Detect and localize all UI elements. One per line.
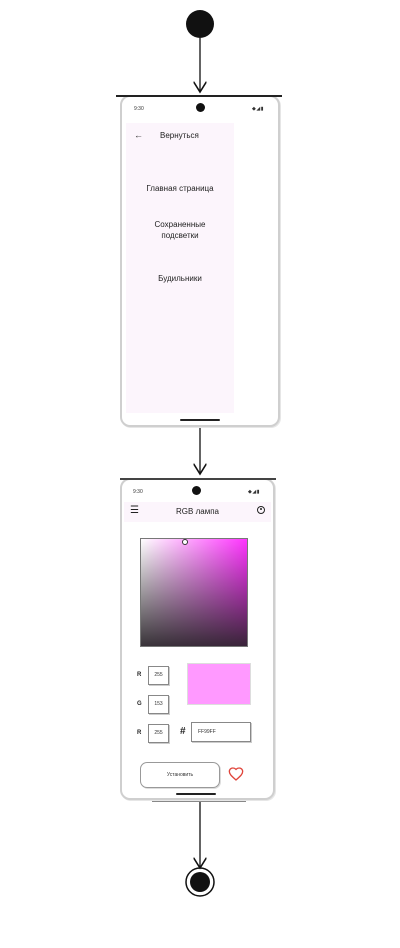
app-bar: ☰ RGB лампа [124, 502, 271, 522]
palette-handle[interactable] [182, 539, 188, 545]
account-circle-icon[interactable] [257, 506, 265, 514]
drawer-item-saved-lights[interactable]: Сохраненные подсветки [126, 219, 234, 241]
channel-input-r[interactable]: 255 [148, 666, 169, 685]
hex-color-input[interactable]: FF99FF [191, 722, 251, 742]
hash-symbol: # [180, 726, 186, 737]
channel-label-r: R [137, 672, 142, 678]
home-indicator [176, 793, 216, 795]
status-icons: ◆◢▮ [252, 106, 264, 112]
camera-cutout [196, 103, 205, 112]
camera-cutout [192, 486, 201, 495]
phone-screen-color-picker: 9:30 ◆◢▮ ☰ RGB лампа R 255 G 153 R 255 #… [120, 478, 276, 802]
app-title: RGB лампа [176, 507, 219, 516]
screen-top-edge [120, 478, 276, 480]
channel-input-b[interactable]: 255 [148, 724, 169, 743]
color-palette[interactable] [140, 538, 248, 647]
channel-label-b: R [137, 730, 142, 736]
screen-top-edge [116, 95, 282, 97]
status-icons: ◆◢▮ [248, 489, 260, 495]
status-time: 9:30 [133, 489, 143, 495]
back-button-label[interactable]: Вернуться [160, 131, 199, 140]
status-time: 9:30 [134, 106, 144, 112]
home-indicator [180, 419, 220, 421]
arrow-left-icon[interactable]: ← [134, 130, 143, 140]
set-color-button[interactable]: Установить [140, 762, 220, 788]
screen-bottom-edge [152, 801, 246, 802]
channel-input-g[interactable]: 153 [148, 695, 169, 714]
start-node [186, 10, 214, 38]
end-node [190, 872, 210, 892]
drawer-item-alarms[interactable]: Будильники [126, 273, 234, 284]
navigation-drawer: ← Вернуться Главная страница Сохраненные… [126, 123, 234, 413]
color-preview-swatch [187, 663, 251, 705]
channel-label-g: G [137, 701, 142, 707]
drawer-item-home[interactable]: Главная страница [126, 183, 234, 194]
heart-icon[interactable] [228, 766, 244, 782]
phone-screen-menu: 9:30 ◆◢▮ ← Вернуться Главная страница Со… [116, 95, 282, 427]
